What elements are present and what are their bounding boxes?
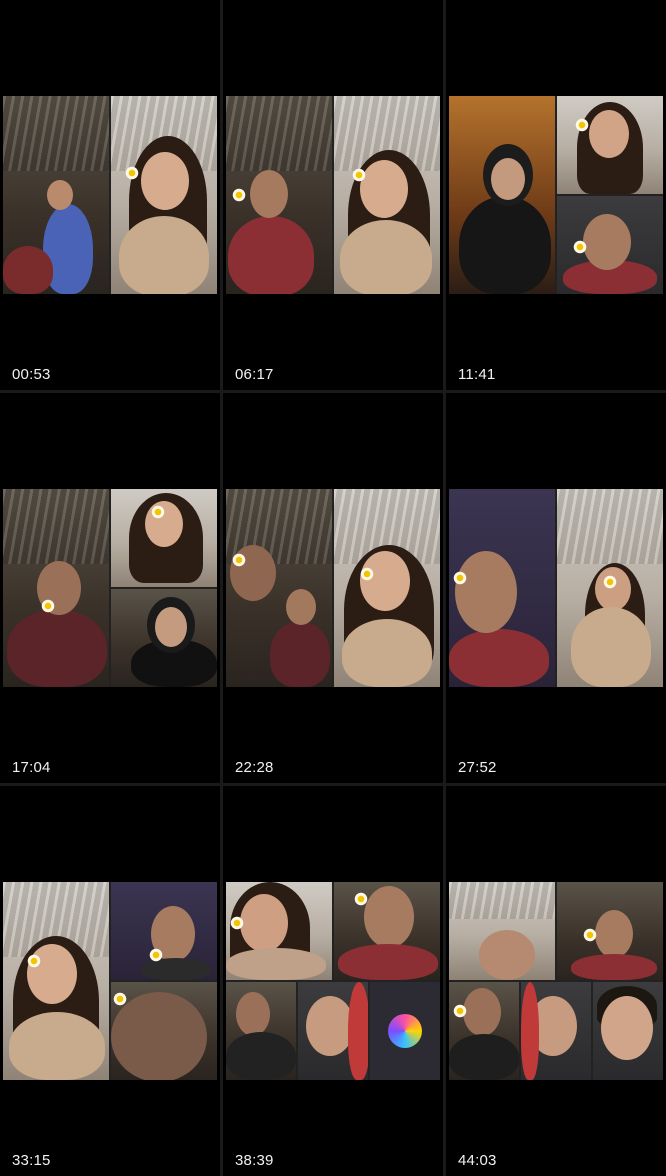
thumbnail-preview xyxy=(226,489,440,687)
flower-filter-icon xyxy=(232,553,246,567)
flower-filter-icon xyxy=(453,1004,467,1018)
thumbnail-preview xyxy=(3,882,217,1080)
flower-filter-icon xyxy=(603,575,617,589)
video-duration: 17:04 xyxy=(12,759,51,776)
video-duration: 38:39 xyxy=(235,1152,274,1169)
video-duration: 27:52 xyxy=(458,759,497,776)
video-duration: 44:03 xyxy=(458,1152,497,1169)
thumbnail-preview xyxy=(226,882,440,1080)
flower-filter-icon xyxy=(41,599,55,613)
flower-filter-icon xyxy=(230,916,244,930)
video-duration: 33:15 xyxy=(12,1152,51,1169)
flower-filter-icon xyxy=(113,992,127,1006)
flower-filter-icon xyxy=(232,188,246,202)
flower-filter-icon xyxy=(151,505,165,519)
thumbnail-preview xyxy=(3,489,217,687)
video-duration: 11:41 xyxy=(458,366,496,383)
flower-filter-icon xyxy=(575,118,589,132)
thumbnail-preview xyxy=(226,96,440,294)
flower-filter-icon xyxy=(360,567,374,581)
video-thumbnail-grid: 00:53 06:17 11:41 17:04 22:28 27:52 33:1… xyxy=(0,0,666,1176)
video-thumbnail[interactable]: 22:28 xyxy=(223,393,443,783)
flower-filter-icon xyxy=(27,954,41,968)
video-thumbnail[interactable]: 38:39 xyxy=(223,786,443,1176)
video-thumbnail[interactable]: 44:03 xyxy=(446,786,666,1176)
video-duration: 00:53 xyxy=(12,366,51,383)
flower-filter-icon xyxy=(453,571,467,585)
video-thumbnail[interactable]: 33:15 xyxy=(0,786,220,1176)
flower-filter-icon xyxy=(354,892,368,906)
video-duration: 06:17 xyxy=(235,366,274,383)
thumbnail-preview xyxy=(449,489,663,687)
video-thumbnail[interactable]: 11:41 xyxy=(446,0,666,390)
video-thumbnail[interactable]: 00:53 xyxy=(0,0,220,390)
thumbnail-preview xyxy=(449,96,663,294)
avatar xyxy=(388,1014,422,1048)
video-duration: 22:28 xyxy=(235,759,274,776)
thumbnail-preview xyxy=(449,882,663,1080)
flower-filter-icon xyxy=(149,948,163,962)
thumbnail-preview xyxy=(3,96,217,294)
flower-filter-icon xyxy=(583,928,597,942)
flower-filter-icon xyxy=(352,168,366,182)
video-thumbnail[interactable]: 06:17 xyxy=(223,0,443,390)
video-thumbnail[interactable]: 27:52 xyxy=(446,393,666,783)
video-thumbnail[interactable]: 17:04 xyxy=(0,393,220,783)
flower-filter-icon xyxy=(573,240,587,254)
flower-filter-icon xyxy=(125,166,139,180)
